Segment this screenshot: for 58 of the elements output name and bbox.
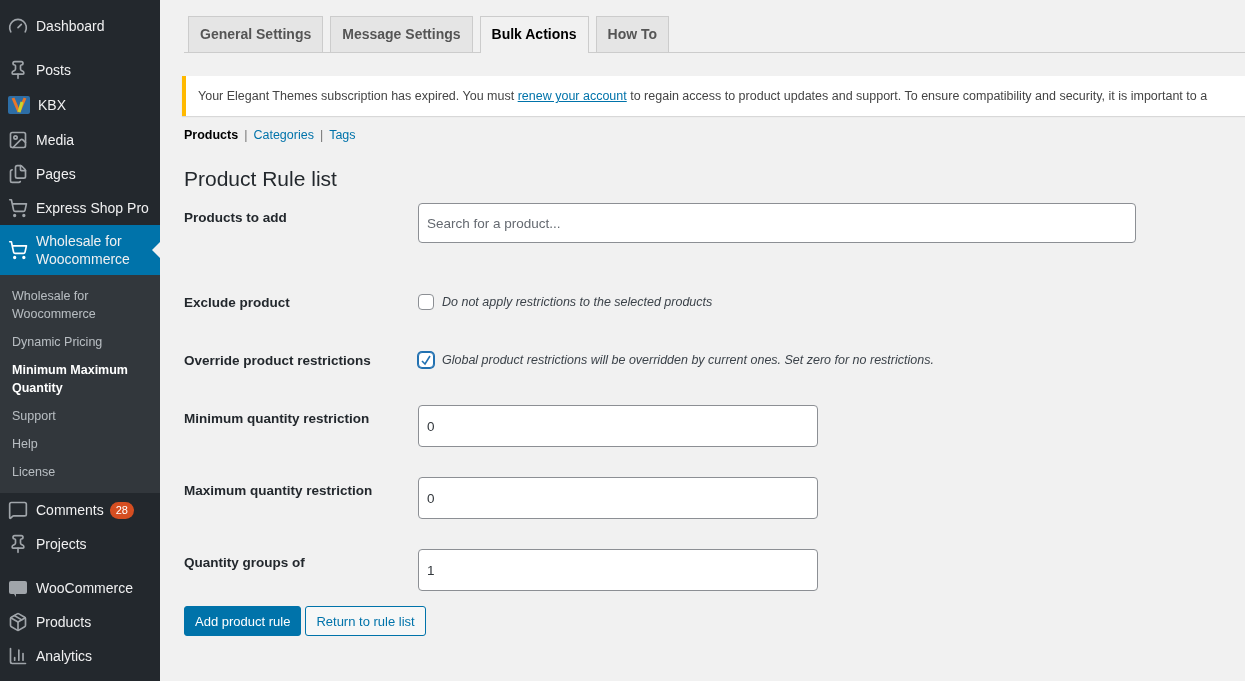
checkbox[interactable] bbox=[418, 294, 434, 310]
submenu-item[interactable]: Support bbox=[0, 402, 160, 430]
menu-icon bbox=[8, 240, 28, 260]
checkbox[interactable] bbox=[418, 352, 434, 368]
notice-text: Your Elegant Themes subscription has expired. You must renew your account to regain access to product updates and support. To ensure compatibility and security, it is important to a bbox=[182, 76, 1245, 116]
submenu-item[interactable]: Wholesale for Woocommerce bbox=[0, 282, 160, 328]
field-label: Quantity groups of bbox=[184, 554, 306, 570]
tab[interactable]: General Settings bbox=[188, 16, 324, 52]
field-label: Exclude product bbox=[184, 294, 291, 310]
separator-text: | bbox=[319, 128, 324, 142]
return-button[interactable]: Return to rule list bbox=[305, 606, 426, 636]
field-label: Products to add bbox=[184, 209, 288, 225]
menu-item[interactable]: Products bbox=[0, 605, 160, 639]
checkbox-description: Do not apply restrictions to the selected products bbox=[442, 295, 713, 309]
menu-item[interactable]: Pages bbox=[0, 157, 160, 191]
menu-item[interactable]: Comments 28 bbox=[0, 493, 160, 527]
menu-icon bbox=[8, 16, 28, 36]
page-heading: Product Rule list bbox=[184, 167, 338, 191]
tab[interactable]: Message Settings bbox=[330, 16, 473, 52]
subnav-link[interactable]: Tags bbox=[329, 128, 356, 142]
menu-icon bbox=[8, 500, 28, 520]
menu-item[interactable]: WooCommerce bbox=[0, 571, 160, 605]
checkbox-description: Global product restrictions will be overridden by current ones. Set zero for no restrictions. bbox=[442, 353, 934, 367]
separator-text: | bbox=[244, 128, 248, 142]
tab[interactable]: How To bbox=[595, 16, 670, 52]
number-field[interactable]: 0 bbox=[418, 477, 818, 519]
subnav-link[interactable]: Categories bbox=[253, 128, 314, 142]
menu-item[interactable]: Media bbox=[0, 123, 160, 157]
menu-icon bbox=[8, 130, 28, 150]
number-field[interactable]: 0 bbox=[418, 405, 818, 447]
menu-icon bbox=[8, 60, 28, 80]
menu-item[interactable]: Posts bbox=[0, 53, 160, 87]
menu-icon bbox=[8, 198, 28, 218]
logo-icon bbox=[8, 94, 30, 116]
submenu-item[interactable]: Minimum Maximum Quantity bbox=[0, 356, 160, 402]
field-label: Maximum quantity restriction bbox=[184, 482, 374, 498]
menu-icon bbox=[8, 646, 28, 666]
field-label: Override product restrictions bbox=[184, 352, 372, 368]
renew-link[interactable]: renew your account bbox=[517, 89, 627, 103]
menu-icon bbox=[8, 612, 28, 632]
menu-item[interactable]: Dashboard bbox=[0, 9, 160, 43]
tab[interactable]: Bulk Actions bbox=[479, 16, 589, 53]
search-field[interactable]: Search for a product... bbox=[418, 203, 1136, 243]
menu-icon bbox=[8, 534, 28, 554]
count-badge: 28 bbox=[109, 501, 134, 519]
subnav-link[interactable]: Products bbox=[184, 128, 239, 142]
field-label: Minimum quantity restriction bbox=[184, 410, 371, 426]
number-field[interactable]: 1 bbox=[418, 549, 818, 591]
menu-item[interactable]: Wholesale for Woocommerce bbox=[0, 225, 160, 275]
menu-item[interactable]: Analytics bbox=[0, 639, 160, 673]
add-rule-button[interactable]: Add product rule bbox=[184, 606, 302, 636]
menu-item[interactable]: KBX bbox=[0, 87, 160, 123]
submenu-item[interactable]: Dynamic Pricing bbox=[0, 328, 160, 356]
submenu-item[interactable]: Help bbox=[0, 430, 160, 458]
submenu-item[interactable]: License bbox=[0, 458, 160, 486]
menu-item[interactable]: Projects bbox=[0, 527, 160, 561]
menu-icon bbox=[8, 164, 28, 184]
menu-item[interactable]: Express Shop Pro bbox=[0, 191, 160, 225]
